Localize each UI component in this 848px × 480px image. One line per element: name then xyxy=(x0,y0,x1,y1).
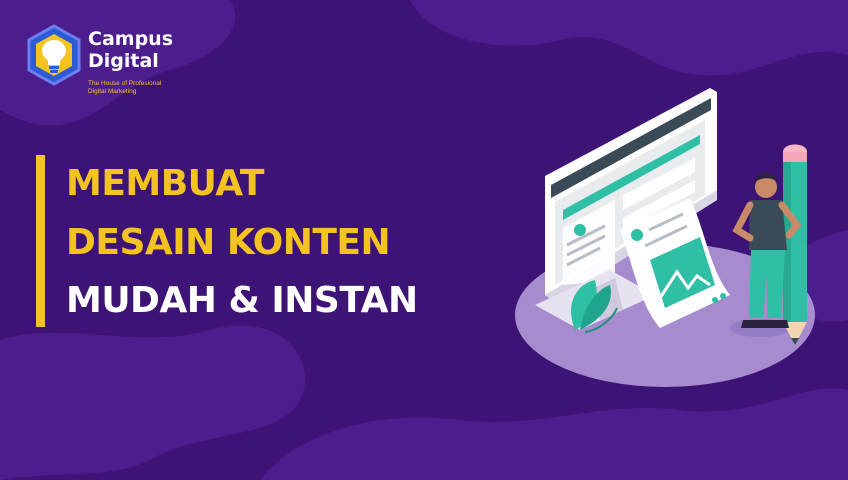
logo-name: Campus Digital xyxy=(88,28,173,72)
headline-line-3: MUDAH & INSTAN xyxy=(66,280,418,321)
logo-tagline: The House of Profesional Digital Marketi… xyxy=(88,80,183,96)
left-mid-blob xyxy=(0,325,306,480)
top-right-blob xyxy=(410,0,848,76)
giant-pencil xyxy=(783,144,807,345)
headline-line-2: DESAIN KONTEN xyxy=(66,222,391,263)
logo-name-line-2: Digital xyxy=(88,50,159,72)
logo-tagline-line-1: The House of Profesional xyxy=(88,80,162,87)
campus-digital-logo[interactable]: Campus Digital The House of Profesional … xyxy=(26,24,206,114)
lightbulb-hexagon-icon xyxy=(27,24,81,86)
content-design-illustration xyxy=(515,88,815,387)
banner-canvas: Campus Digital The House of Profesional … xyxy=(0,0,848,480)
headline-accent-bar xyxy=(36,155,45,327)
logo-tagline-line-2: Digital Marketing xyxy=(88,88,137,95)
headline-line-1: MEMBUAT xyxy=(66,163,264,204)
logo-name-line-1: Campus xyxy=(88,28,173,50)
bottom-blob xyxy=(260,388,848,480)
